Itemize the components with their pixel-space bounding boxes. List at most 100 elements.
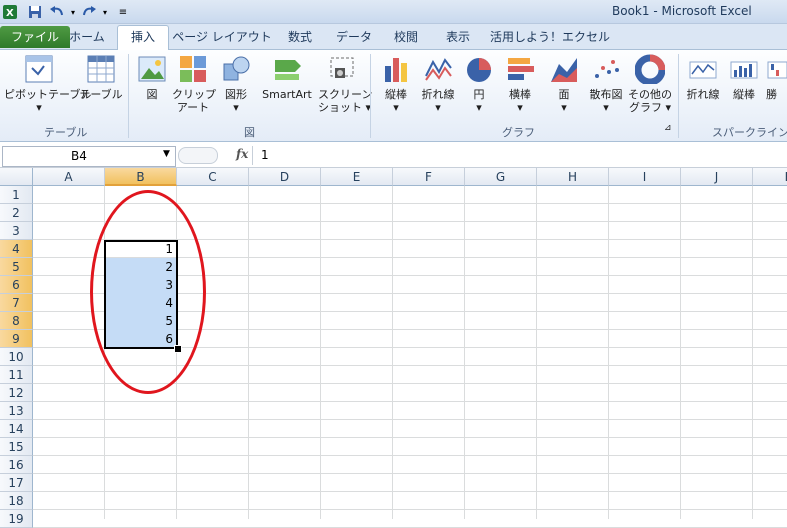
row-header-10[interactable]: 10: [0, 348, 33, 366]
formula-expand-control[interactable]: [178, 147, 218, 164]
select-all-corner[interactable]: [0, 168, 33, 186]
table-icon: [87, 55, 115, 83]
line-chart-button[interactable]: 折れ線 ▾: [418, 54, 458, 114]
other-charts-button[interactable]: その他の グラフ ▾: [628, 54, 672, 114]
row-header-8[interactable]: 8: [0, 312, 33, 330]
worksheet-grid[interactable]: ABCDEFGHIJK 1234567891011121314151617181…: [0, 168, 787, 528]
screenshot-button[interactable]: スクリーン ショット ▾: [318, 54, 372, 114]
row-header-6[interactable]: 6: [0, 276, 33, 294]
insert-function-button[interactable]: fx: [236, 147, 248, 161]
shapes-icon: [223, 56, 250, 81]
gridline-vertical: [248, 186, 249, 519]
tab-review[interactable]: 校閲: [386, 26, 426, 48]
row-header-13[interactable]: 13: [0, 402, 33, 420]
table-button[interactable]: テーブル: [78, 54, 124, 101]
scatter-chart-button[interactable]: 散布図 ▾: [586, 54, 626, 114]
sparkline-column-icon: [730, 61, 758, 79]
doughnut-chart-icon: [635, 54, 665, 84]
column-header-j[interactable]: J: [681, 168, 753, 186]
row-header-7[interactable]: 7: [0, 294, 33, 312]
column-header-d[interactable]: D: [249, 168, 321, 186]
column-header-f[interactable]: F: [393, 168, 465, 186]
row-header-9[interactable]: 9: [0, 330, 33, 348]
group-separator: [678, 54, 679, 138]
column-header-e[interactable]: E: [321, 168, 393, 186]
pivot-table-button[interactable]: ピボットテーブル ▾: [4, 54, 91, 114]
name-box-dropdown-icon[interactable]: ▼: [163, 149, 170, 159]
tab-home[interactable]: ホーム: [60, 26, 114, 48]
name-box-value: B4: [71, 149, 87, 163]
ribbon-tabs: ファイル ホーム 挿入 ページ レイアウト 数式 データ 校閲 表示 活用しよう…: [0, 24, 787, 51]
save-icon[interactable]: [26, 3, 44, 21]
column-header-k[interactable]: K: [753, 168, 787, 186]
picture-icon: [138, 56, 166, 82]
smartart-icon: [275, 60, 301, 80]
excel-icon: X: [1, 3, 19, 21]
tab-view[interactable]: 表示: [438, 26, 478, 48]
sparkline-line-icon: [689, 61, 717, 79]
row-header-18[interactable]: 18: [0, 492, 33, 510]
formula-input[interactable]: 1: [261, 148, 269, 162]
gridline-vertical: [536, 186, 537, 519]
gridline-horizontal: [33, 419, 787, 420]
name-box[interactable]: B4 ▼: [2, 146, 176, 167]
gridline-horizontal: [33, 491, 787, 492]
shapes-button[interactable]: 図形 ▾: [218, 54, 254, 114]
clipart-button[interactable]: クリップ アート: [172, 54, 216, 114]
tab-insert[interactable]: 挿入: [117, 25, 169, 51]
row-header-3[interactable]: 3: [0, 222, 33, 240]
bar-chart-icon: [508, 58, 534, 80]
column-header-a[interactable]: A: [33, 168, 105, 186]
clipart-icon: [180, 56, 206, 82]
column-header-g[interactable]: G: [465, 168, 537, 186]
row-header-17[interactable]: 17: [0, 474, 33, 492]
gridline-vertical: [608, 186, 609, 519]
scatter-chart-icon: [595, 60, 619, 78]
column-chart-button[interactable]: 縦棒 ▾: [376, 54, 416, 114]
group-separator: [128, 54, 129, 138]
row-header-4[interactable]: 4: [0, 240, 33, 258]
area-chart-button[interactable]: 面 ▾: [544, 54, 584, 114]
tab-data[interactable]: データ: [330, 26, 378, 48]
row-header-12[interactable]: 12: [0, 384, 33, 402]
row-header-11[interactable]: 11: [0, 366, 33, 384]
column-header-b[interactable]: B: [105, 168, 177, 186]
pivot-table-icon: [25, 55, 53, 83]
svg-text:X: X: [6, 8, 14, 19]
gridline-vertical: [752, 186, 753, 519]
sparkline-column-button[interactable]: 縦棒: [726, 54, 762, 101]
redo-dropdown-icon[interactable]: ▾: [96, 3, 114, 21]
title-bar: X ▾ ▾ ≡ Book1 - Microsoft Excel: [0, 0, 787, 24]
row-header-1[interactable]: 1: [0, 186, 33, 204]
column-header-i[interactable]: I: [609, 168, 681, 186]
sparkline-winloss-button[interactable]: 勝: [766, 54, 787, 101]
gridline-horizontal: [33, 473, 787, 474]
group-label-illustrations: 図: [244, 126, 255, 139]
gridline-vertical: [680, 186, 681, 519]
row-header-14[interactable]: 14: [0, 420, 33, 438]
row-header-15[interactable]: 15: [0, 438, 33, 456]
gridline-horizontal: [33, 509, 787, 510]
column-chart-icon: [385, 58, 407, 82]
tab-addin[interactable]: 活用しよう！エクセル: [490, 26, 610, 48]
gridline-horizontal: [33, 401, 787, 402]
picture-button[interactable]: 図: [134, 54, 170, 101]
sparkline-line-button[interactable]: 折れ線: [682, 54, 724, 101]
row-header-16[interactable]: 16: [0, 456, 33, 474]
chart-dialog-launcher-icon[interactable]: ⊿: [664, 122, 672, 135]
column-header-h[interactable]: H: [537, 168, 609, 186]
tab-formulas[interactable]: 数式: [280, 26, 320, 48]
group-label-charts: グラフ: [502, 126, 535, 139]
row-header-5[interactable]: 5: [0, 258, 33, 276]
area-chart-icon: [551, 58, 577, 82]
row-header-19[interactable]: 19: [0, 510, 33, 528]
row-header-2[interactable]: 2: [0, 204, 33, 222]
tab-page-layout[interactable]: ページ レイアウト: [172, 26, 272, 48]
bar-chart-button[interactable]: 横棒 ▾: [500, 54, 540, 114]
formula-bar: B4 ▼ fx 1: [0, 143, 787, 168]
customize-icon[interactable]: ≡: [114, 3, 132, 21]
smartart-button[interactable]: SmartArt: [258, 54, 316, 101]
column-header-c[interactable]: C: [177, 168, 249, 186]
group-label-sparklines: スパークライン: [712, 126, 787, 139]
pie-chart-button[interactable]: 円 ▾: [462, 54, 496, 114]
